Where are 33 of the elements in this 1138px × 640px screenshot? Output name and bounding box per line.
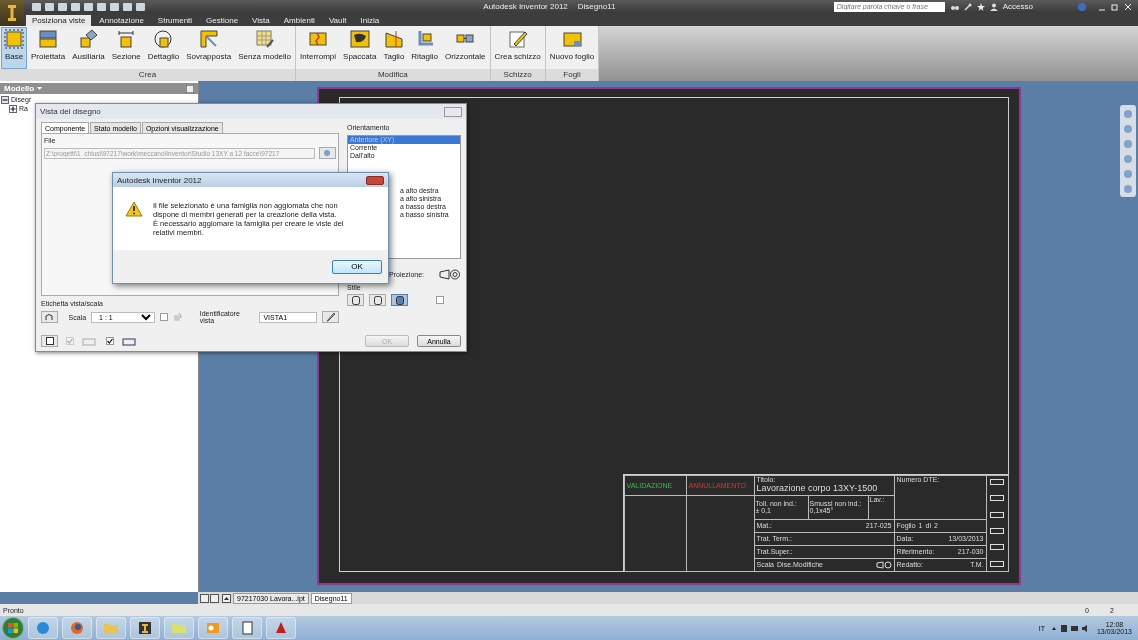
ribbon-button[interactable]: Sovrapposta [183,27,235,69]
ribbon-button[interactable]: Orizzontale [442,27,489,69]
ribbon-tab[interactable]: Inizia [354,15,386,26]
panel-label: Crea [0,69,296,81]
ribbon-tab[interactable]: Annotazione [93,15,150,26]
ribbon-tab[interactable]: Posiziona viste [26,15,92,26]
ribbon-button[interactable]: Senza modello [235,27,295,69]
dialog-title: Vista del disegno [40,107,101,116]
ribbon-tab[interactable]: Gestione [200,15,245,26]
ribbon-button[interactable]: Proiettata [28,27,69,69]
ribbon-button[interactable]: Sezione [108,27,144,69]
panel-label: Schizzo [490,69,545,81]
ribbon-button[interactable]: Interrompi [297,27,340,69]
ribbon-tab[interactable]: Vista [246,15,276,26]
panel-label: Modifica [296,69,490,81]
dialog-title: Autodesk Inventor 2012 [117,175,202,185]
ribbon-tab[interactable]: Vault [322,15,353,26]
ribbon-button[interactable]: Ausiliaria [69,27,108,69]
document-name: Disegno11 [577,2,616,11]
drawing-title: Lavorazione corpo 13XY-1500 [756,482,878,493]
ribbon-button[interactable]: Ritaglio [408,27,442,69]
sign-in-link[interactable]: Accesso [1002,2,1033,11]
ribbon-button[interactable]: Crea schizzo [491,27,544,69]
ribbon-tab[interactable]: Ambienti [277,15,321,26]
panel-label: Fogli [545,69,599,81]
ribbon-button[interactable]: Spaccata [340,27,380,69]
ribbon-button[interactable]: Base [1,27,27,69]
ok-button[interactable]: OK [332,259,382,274]
window-title: Autodesk Inventor 2012 [483,2,568,11]
ribbon-tab[interactable]: Strumenti [151,15,199,26]
ribbon-button[interactable]: Taglio [380,27,408,69]
ribbon-button[interactable]: Dettaglio [144,27,183,69]
ribbon-button[interactable]: Nuovo foglio [546,27,598,69]
